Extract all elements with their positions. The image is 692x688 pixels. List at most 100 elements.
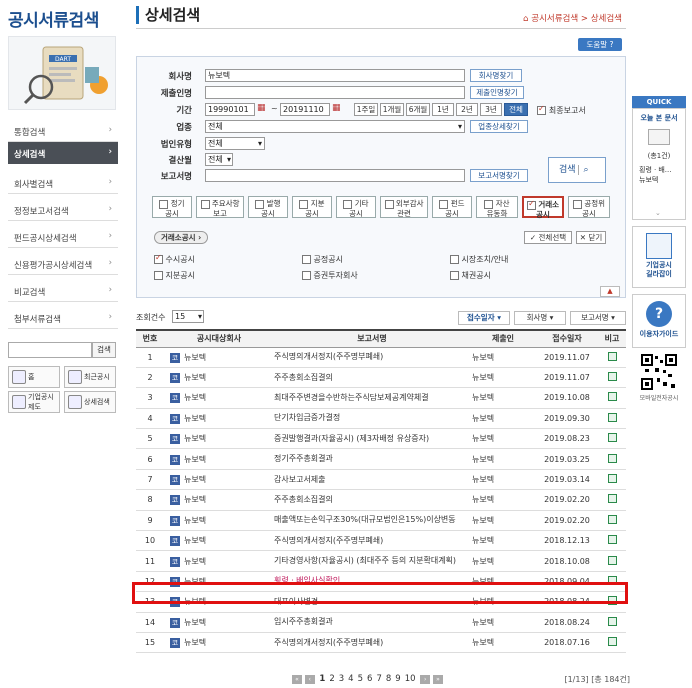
table-row[interactable]: 15 코 뉴보텍 주식명의개서정지(주주명부폐쇄) 뉴보텍 2018.07.16 xyxy=(136,632,626,654)
sidebar-item-integrated-search[interactable]: 통합검색 › xyxy=(8,120,118,142)
row-note[interactable] xyxy=(598,489,626,511)
row-company[interactable]: 뉴보텍 xyxy=(184,373,206,382)
row-company[interactable]: 뉴보텍 xyxy=(184,455,206,464)
table-row[interactable]: 11 코 뉴보텍 기타경영사항(자율공시) (최대주주 등의 지분확대계획) 뉴보텍 20… xyxy=(136,550,626,572)
document-icon[interactable] xyxy=(607,637,617,647)
sidebar-item-credit-search[interactable]: 신용평가공시상세검색 › xyxy=(8,253,118,275)
corp-type-select[interactable]: 전체 ▾ xyxy=(205,137,265,150)
period-1month-button[interactable]: 1개월 xyxy=(380,103,404,116)
row-company-cell[interactable]: 코 뉴보텍 xyxy=(164,448,274,470)
detail-search-link[interactable]: 상세검색 xyxy=(64,391,116,413)
checkbox[interactable] xyxy=(154,255,163,264)
submitter-search-button[interactable]: 제출인명찾기 xyxy=(470,86,524,99)
select-all-button[interactable]: ✓ 전체선택 xyxy=(524,231,572,244)
sidebar-search-input[interactable] xyxy=(8,342,92,358)
row-report[interactable]: 최대주주변경을수반하는주식담보제공계약체결 xyxy=(274,387,470,409)
row-report[interactable]: 매출액또는손익구조30%(대규모법인은15%)이상변동 xyxy=(274,510,470,532)
table-row[interactable]: 8 코 뉴보텍 주주총회소집결의 뉴보텍 2019.02.20 xyxy=(136,489,626,511)
sidebar-item-correction-search[interactable]: 정정보고서검색 › xyxy=(8,199,118,221)
sidebar-item-fund-search[interactable]: 펀드공시상세검색 › xyxy=(8,226,118,248)
row-note[interactable] xyxy=(598,347,626,368)
document-icon[interactable] xyxy=(607,392,617,402)
type-stake[interactable]: 지분 공시 xyxy=(292,196,332,218)
prev-page-icon[interactable]: ‹ xyxy=(304,675,315,684)
type-fund[interactable]: 펀드 공시 xyxy=(432,196,472,218)
option-bond-disclosure[interactable]: 채권공시 xyxy=(450,270,491,281)
option-regular-disclosure[interactable]: 수시공시 xyxy=(154,254,195,265)
page-link[interactable]: 9 xyxy=(395,674,400,684)
type-issue[interactable]: 발행 공시 xyxy=(248,196,288,218)
table-row[interactable]: 7 코 뉴보텍 감사보고서제출 뉴보텍 2019.03.14 xyxy=(136,469,626,491)
checkbox[interactable] xyxy=(526,200,536,210)
count-select[interactable]: 15 ▾ xyxy=(172,310,204,323)
row-company[interactable]: 뉴보텍 xyxy=(184,618,206,627)
document-icon[interactable] xyxy=(607,474,617,484)
row-report[interactable]: 기타경영사항(자율공시) (최대주주 등의 지분확대계획) xyxy=(274,550,470,572)
type-ftc[interactable]: 공정위 공시 xyxy=(568,196,610,218)
checkbox[interactable] xyxy=(439,199,449,209)
document-icon[interactable] xyxy=(607,412,617,422)
checkbox[interactable] xyxy=(299,199,309,209)
document-icon[interactable] xyxy=(607,453,617,463)
sidebar-search-button[interactable]: 검색 xyxy=(92,342,116,358)
report-search-button[interactable]: 보고서명찾기 xyxy=(470,169,528,182)
table-row[interactable]: 1 코 뉴보텍 주식명의개서정지(주주명부폐쇄) 뉴보텍 2019.11.07 xyxy=(136,347,626,368)
type-audit[interactable]: 외부감사 관련 xyxy=(380,196,428,218)
document-icon[interactable] xyxy=(607,433,617,443)
row-report[interactable]: 정기주주총회결과 xyxy=(274,448,470,470)
row-company-cell[interactable]: 코 뉴보텍 xyxy=(164,489,274,511)
checkbox[interactable] xyxy=(154,271,163,280)
sort-report-button[interactable]: 보고서명 ▾ xyxy=(570,311,626,325)
row-company[interactable]: 뉴보텍 xyxy=(184,638,206,647)
page-link[interactable]: 10 xyxy=(405,674,416,684)
table-row[interactable]: 6 코 뉴보텍 정기주주총회결과 뉴보텍 2019.03.25 xyxy=(136,448,626,470)
row-note[interactable] xyxy=(598,510,626,532)
row-report[interactable]: 주식명의개서정지(주주명부폐쇄) xyxy=(274,632,470,654)
document-icon[interactable] xyxy=(607,494,617,504)
document-icon[interactable] xyxy=(607,372,617,382)
row-note[interactable] xyxy=(598,408,626,430)
period-1week-button[interactable]: 1주일 xyxy=(354,103,378,116)
option-market-notice[interactable]: 시장조치/안내 xyxy=(450,254,508,265)
table-row[interactable]: 10 코 뉴보텍 주식명의개서정지(주주명부폐쇄) 뉴보텍 2018.12.13 xyxy=(136,530,626,552)
company-search-button[interactable]: 회사명찾기 xyxy=(470,69,522,82)
type-abs[interactable]: 자산 유동화 xyxy=(476,196,518,218)
fiscal-select[interactable]: 전체 ▾ xyxy=(205,153,233,166)
mobile-qr-block[interactable]: 모바일전자공시 xyxy=(632,354,686,402)
row-company-cell[interactable]: 코 뉴보텍 xyxy=(164,428,274,450)
row-note[interactable] xyxy=(598,387,626,409)
option-fair-disclosure[interactable]: 공정공시 xyxy=(302,254,343,265)
row-note[interactable] xyxy=(598,550,626,572)
row-report[interactable]: 증권발행결과(자율공시) (제3자배정 유상증자) xyxy=(274,428,470,450)
option-stake-disclosure[interactable]: 지분공시 xyxy=(154,270,195,281)
latest-report-checkbox[interactable]: 최종보고서 xyxy=(537,105,586,116)
row-report[interactable]: 임시주주총회결과 xyxy=(274,612,470,633)
period-2year-button[interactable]: 2년 xyxy=(456,103,478,116)
sidebar-item-detail-search[interactable]: 상세검색 › xyxy=(8,142,118,164)
row-report[interactable]: 단기차입금증가결정 xyxy=(274,408,470,430)
table-row[interactable]: 14 코 뉴보텍 임시주주총회결과 뉴보텍 2018.08.24 xyxy=(136,612,626,633)
sidebar-item-company-search[interactable]: 회사별검색 › xyxy=(8,172,118,194)
company-input[interactable]: 뉴보텍 xyxy=(205,69,465,82)
row-company-cell[interactable]: 코 뉴보텍 xyxy=(164,469,274,491)
row-company-cell[interactable]: 코 뉴보텍 xyxy=(164,612,274,633)
row-company[interactable]: 뉴보텍 xyxy=(184,414,206,423)
period-1year-button[interactable]: 1년 xyxy=(432,103,454,116)
calendar-icon[interactable]: ▦ xyxy=(257,103,266,113)
row-company[interactable]: 뉴보텍 xyxy=(184,475,206,484)
row-company[interactable]: 뉴보텍 xyxy=(184,557,206,566)
page-link[interactable]: 7 xyxy=(376,674,381,684)
checkbox[interactable] xyxy=(572,199,582,209)
option-investment-company[interactable]: 증권투자회사 xyxy=(302,270,358,281)
calendar-icon[interactable]: ▦ xyxy=(332,103,341,113)
row-report[interactable]: 주주총회소집결의 xyxy=(274,489,470,511)
row-company[interactable]: 뉴보텍 xyxy=(184,434,206,443)
recent-doc-link[interactable]: 횡령ㆍ배... 뉴보텍 xyxy=(633,161,685,185)
table-row[interactable]: 2 코 뉴보텍 주주총회소집결의 뉴보텍 2019.11.07 xyxy=(136,367,626,389)
chevron-down-icon[interactable]: ⌄ xyxy=(655,209,661,217)
row-note[interactable] xyxy=(598,632,626,654)
home-link[interactable]: 홈 xyxy=(8,366,60,388)
period-6month-button[interactable]: 6개월 xyxy=(406,103,430,116)
type-major[interactable]: 주요사항 보고 xyxy=(196,196,244,218)
checkbox[interactable] xyxy=(302,255,311,264)
